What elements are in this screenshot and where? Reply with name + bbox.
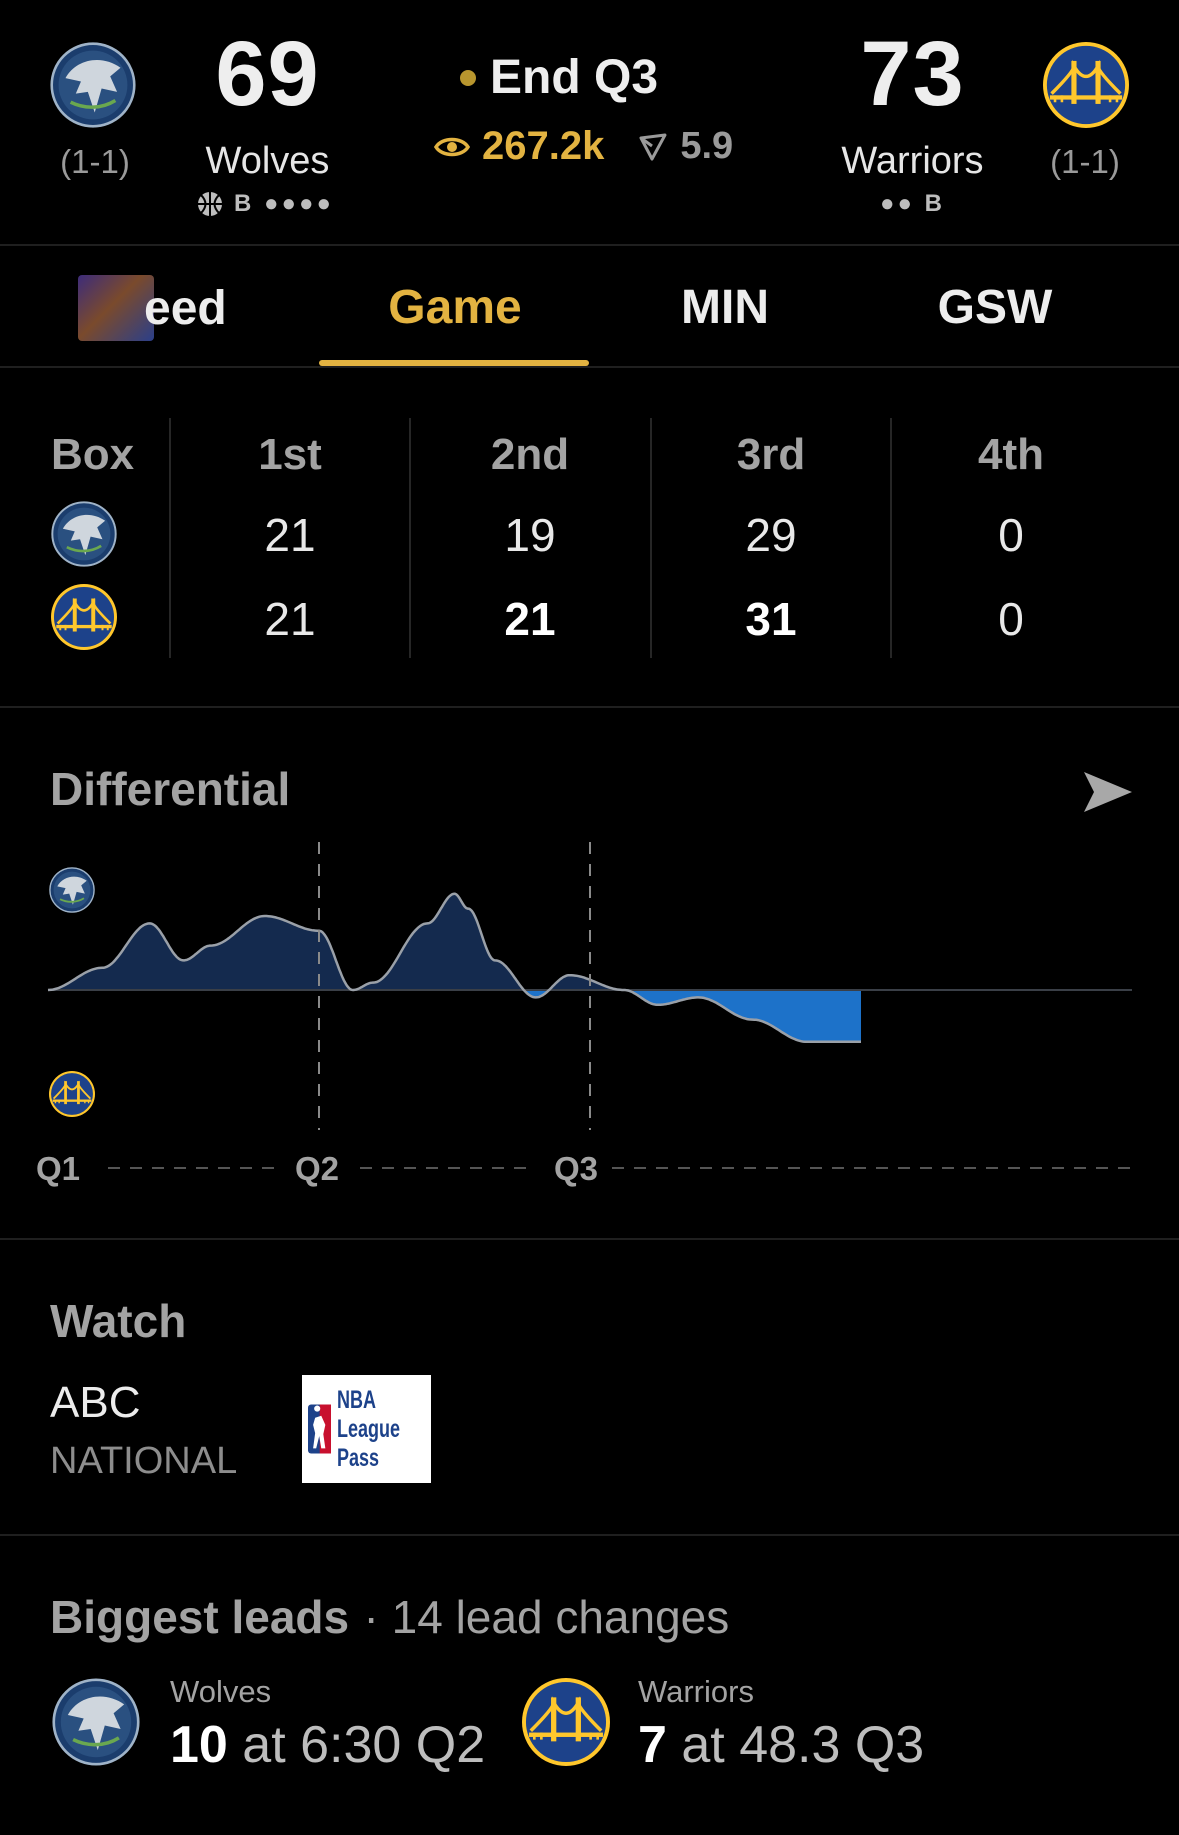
game-status-text: End Q3: [490, 51, 659, 104]
lead-points: 7: [638, 1716, 667, 1774]
feed-avatar-image: [78, 275, 154, 341]
differential-title: Differential: [50, 763, 291, 815]
home-team-name: Warriors: [841, 140, 984, 182]
lead-time: at 6:30 Q2: [242, 1716, 486, 1774]
away-score: 69: [215, 23, 320, 125]
wolves-logo-icon[interactable]: [50, 42, 136, 128]
tab-gsw[interactable]: GSW: [860, 280, 1130, 335]
lead-team-name: Wolves: [170, 1674, 272, 1709]
period-header: 3rd: [736, 430, 806, 479]
box-cell: 0: [998, 509, 1024, 561]
game-status: End Q3: [460, 50, 658, 105]
divider: [0, 706, 1179, 708]
spread-icon: [639, 133, 667, 160]
box-cell: 19: [504, 509, 556, 561]
home-score: 73: [860, 23, 965, 125]
status-dot: [460, 69, 476, 86]
tab-game[interactable]: Game: [320, 280, 590, 335]
warriors-logo-icon: [51, 584, 117, 650]
wolves-logo-icon: [51, 501, 117, 567]
x-axis-label: Q1: [36, 1150, 81, 1187]
lead-value: 10 at 6:30 Q2: [170, 1715, 485, 1775]
league-pass-line: Pass: [337, 1443, 380, 1472]
lead-value: 7 at 48.3 Q3: [638, 1715, 924, 1775]
network-name[interactable]: ABC: [50, 1378, 140, 1428]
tab-feed-label: eed: [144, 282, 227, 335]
league-pass-line: League: [337, 1414, 401, 1443]
box-cell: 0: [998, 593, 1024, 645]
box-cell: 21: [264, 593, 316, 645]
divider: [0, 1238, 1179, 1240]
box-cell: 29: [745, 509, 797, 561]
lead-team-name: Warriors: [638, 1674, 754, 1709]
away-possession: B ●●●●: [196, 190, 334, 218]
biggest-leads-header: Biggest leads · 14 lead changes: [50, 1590, 729, 1644]
basketball-icon: [198, 192, 222, 216]
game-meta: 267.2k 5.9: [434, 124, 733, 169]
box-cell: 21: [264, 509, 316, 561]
league-pass-line: NBA: [337, 1385, 377, 1414]
wolves-logo-icon: [52, 1678, 140, 1766]
away-record: (1-1): [60, 143, 130, 180]
nba-logo-icon: [308, 1404, 332, 1454]
home-possession: ●● B: [880, 190, 945, 217]
send-icon[interactable]: [1080, 768, 1136, 816]
divider: [0, 1534, 1179, 1536]
wolves-lead-area: [48, 893, 861, 990]
warriors-logo-icon[interactable]: [1043, 42, 1129, 128]
period-header: 2nd: [490, 430, 570, 479]
spread-value: 5.9: [680, 125, 734, 167]
divider: [0, 366, 1179, 368]
x-axis-label: Q3: [554, 1150, 599, 1187]
tab-feed[interactable]: eed: [78, 275, 268, 345]
period-header: 1st: [258, 430, 322, 479]
tab-min[interactable]: MIN: [590, 280, 860, 335]
divider: [0, 244, 1179, 246]
box-label: Box: [50, 430, 135, 479]
period-header: 4th: [978, 430, 1044, 479]
home-record: (1-1): [1050, 143, 1120, 180]
differential-chart: [47, 842, 1132, 1169]
box-cell: 31: [745, 593, 797, 645]
eye-icon: [434, 137, 470, 156]
viewer-count: 267.2k: [482, 124, 605, 168]
lead-time: at 48.3 Q3: [681, 1716, 925, 1774]
nba-league-pass-button[interactable]: NBA League Pass: [302, 1375, 431, 1483]
lead-points: 10: [170, 1716, 228, 1774]
x-axis-label: Q2: [295, 1150, 340, 1187]
box-cell: 21: [504, 593, 556, 645]
away-possession-text: B ●●●●: [234, 190, 334, 217]
lead-changes-count: · 14 lead changes: [363, 1591, 730, 1643]
network-scope: NATIONAL: [50, 1440, 238, 1482]
league-pass-text: NBA League Pass: [337, 1386, 400, 1473]
watch-title: Watch: [50, 1295, 187, 1347]
biggest-leads-title: Biggest leads: [50, 1591, 350, 1643]
warriors-logo-icon: [522, 1678, 610, 1766]
away-team-name: Wolves: [205, 140, 330, 182]
